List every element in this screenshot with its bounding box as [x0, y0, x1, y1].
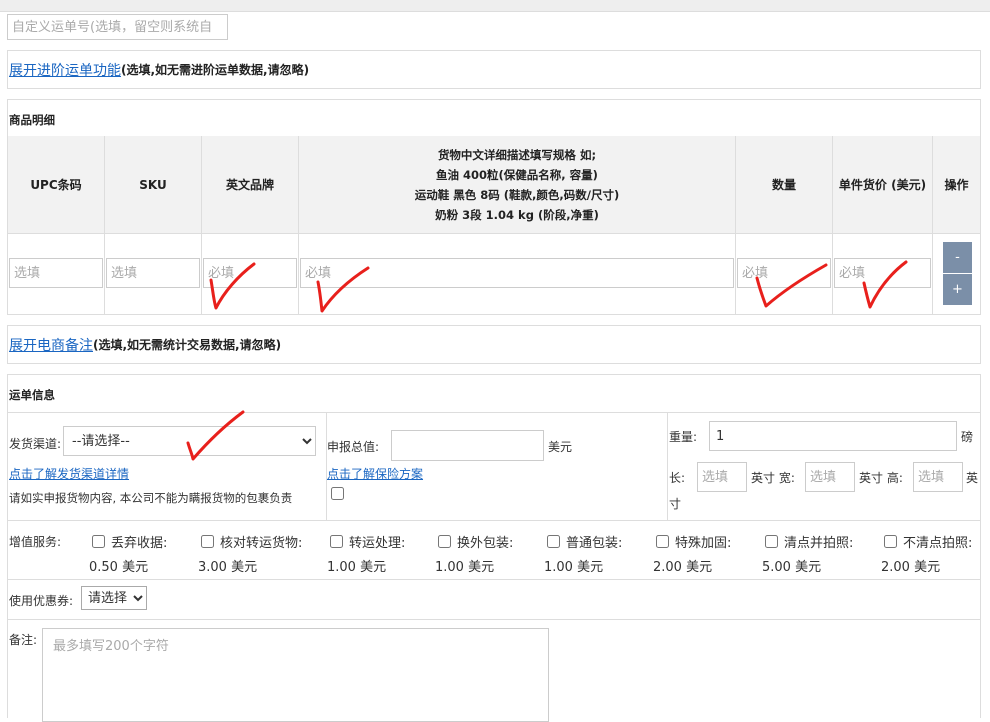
service-price: 2.00 美元	[653, 560, 713, 575]
service-checkbox[interactable]	[92, 535, 105, 548]
service-name: 不清点拍照:	[903, 536, 973, 551]
expand-advanced-link[interactable]: 展开进阶运单功能	[9, 60, 121, 80]
top-strip	[0, 0, 990, 12]
description-input[interactable]	[300, 258, 734, 288]
weight-label: 重量:	[669, 430, 698, 444]
width-input[interactable]	[805, 462, 855, 492]
service-special-reinforcement: 特殊加固: 2.00 美元	[653, 532, 732, 575]
service-checkbox[interactable]	[547, 535, 560, 548]
coupon-label: 使用优惠券:	[9, 594, 74, 608]
service-checkbox[interactable]	[656, 535, 669, 548]
service-name: 清点并拍照:	[784, 536, 854, 551]
col-header-description: 货物中文详细描述填写规格 如; 鱼油 400粒(保健品名称, 容量) 运动鞋 黑…	[299, 136, 735, 233]
goods-title: 商品明细	[9, 113, 55, 127]
service-checkbox[interactable]	[330, 535, 343, 548]
channel-label: 发货渠道:	[9, 437, 62, 451]
service-standard-packaging: 普通包装: 1.00 美元	[544, 532, 623, 575]
remark-label: 备注:	[9, 633, 38, 647]
desc-line-1: 货物中文详细描述填写规格 如;	[437, 147, 597, 162]
service-name: 转运处理:	[349, 536, 406, 551]
col-header-unit-price: 单件货价 (美元)	[833, 136, 932, 233]
declared-value-label: 申报总值:	[327, 440, 380, 454]
upc-input[interactable]	[9, 258, 103, 288]
service-name: 换外包装:	[457, 536, 514, 551]
height-label: 英寸 高:	[859, 471, 903, 485]
length-input[interactable]	[697, 462, 747, 492]
col-header-quantity: 数量	[736, 136, 832, 233]
waybill-number-input[interactable]	[7, 14, 228, 40]
declared-value-input[interactable]	[391, 430, 544, 461]
dim-unit-tail: 英	[966, 471, 979, 485]
brand-input[interactable]	[203, 258, 297, 288]
service-checkbox[interactable]	[884, 535, 897, 548]
desc-line-4: 奶粉 3段 1.04 kg (阶段,净重)	[435, 207, 599, 222]
service-price: 1.00 美元	[544, 560, 604, 575]
goods-panel: 商品明细 UPC条码 SKU 英文品牌 货物中文详细描述填写规格 如; 鱼油 4…	[7, 99, 981, 315]
service-replace-packaging: 换外包装: 1.00 美元	[435, 532, 514, 575]
channel-details-link[interactable]: 点击了解发货渠道详情	[9, 465, 129, 482]
service-photo-no-count: 不清点拍照: 2.00 美元	[881, 532, 973, 575]
remark-textarea[interactable]	[42, 628, 549, 722]
advanced-note: (选填,如无需进阶运单数据,请忽略)	[121, 63, 310, 77]
dim-unit-wrap: 寸	[669, 497, 682, 511]
service-discard-receipt: 丢弃收据: 0.50 美元	[89, 532, 168, 575]
add-row-button[interactable]: +	[943, 274, 972, 305]
service-count-and-photo: 清点并拍照: 5.00 美元	[762, 532, 854, 575]
services-label: 增值服务:	[9, 535, 62, 549]
service-price: 5.00 美元	[762, 560, 822, 575]
ecommerce-note: (选填,如无需统计交易数据,请忽略)	[93, 338, 282, 352]
remove-row-button[interactable]: -	[943, 242, 972, 273]
advanced-waybill-panel: 展开进阶运单功能 (选填,如无需进阶运单数据,请忽略)	[7, 50, 981, 89]
service-transship-handling: 转运处理: 1.00 美元	[327, 532, 406, 575]
service-price: 1.00 美元	[435, 560, 495, 575]
channel-select[interactable]: --请选择--	[63, 426, 316, 456]
col-header-brand: 英文品牌	[202, 136, 298, 233]
insurance-checkbox[interactable]	[331, 487, 344, 500]
service-price: 2.00 美元	[881, 560, 941, 575]
shipping-panel: 运单信息 发货渠道: --请选择-- 点击了解发货渠道详情 请如实申报货物内容,…	[7, 374, 981, 722]
insurance-link[interactable]: 点击了解保险方案	[327, 465, 423, 482]
service-name: 普通包装:	[566, 536, 623, 551]
service-price: 1.00 美元	[327, 560, 387, 575]
service-price: 3.00 美元	[198, 560, 258, 575]
expand-ecommerce-link[interactable]: 展开电商备注	[9, 335, 93, 355]
width-label: 英寸 宽:	[751, 471, 795, 485]
service-name: 丢弃收据:	[111, 536, 168, 551]
service-name: 核对转运货物:	[220, 536, 303, 551]
shipping-title: 运单信息	[9, 388, 55, 402]
coupon-select[interactable]: 请选择	[81, 586, 147, 610]
service-checkbox[interactable]	[765, 535, 778, 548]
service-name: 特殊加固:	[675, 536, 732, 551]
ecommerce-panel: 展开电商备注 (选填,如无需统计交易数据,请忽略)	[7, 325, 981, 364]
desc-line-2: 鱼油 400粒(保健品名称, 容量)	[436, 167, 598, 182]
declared-unit-label: 美元	[548, 440, 573, 454]
service-checkbox[interactable]	[438, 535, 451, 548]
desc-line-3: 运动鞋 黑色 8码 (鞋款,颜色,码数/尺寸)	[414, 187, 620, 202]
col-header-upc: UPC条码	[8, 136, 104, 233]
service-verify-goods: 核对转运货物: 3.00 美元	[198, 532, 303, 575]
height-input[interactable]	[913, 462, 963, 492]
quantity-input[interactable]	[737, 258, 831, 288]
sku-input[interactable]	[106, 258, 200, 288]
service-price: 0.50 美元	[89, 560, 149, 575]
col-header-sku: SKU	[105, 136, 201, 233]
weight-unit-label: 磅	[961, 430, 974, 444]
weight-input[interactable]	[709, 421, 957, 451]
service-checkbox[interactable]	[201, 535, 214, 548]
length-label: 长:	[669, 471, 686, 485]
channel-warning-text: 请如实申报货物内容, 本公司不能为瞒报货物的包裹负责	[9, 491, 293, 505]
unit-price-input[interactable]	[834, 258, 931, 288]
col-header-actions: 操作	[933, 136, 980, 233]
